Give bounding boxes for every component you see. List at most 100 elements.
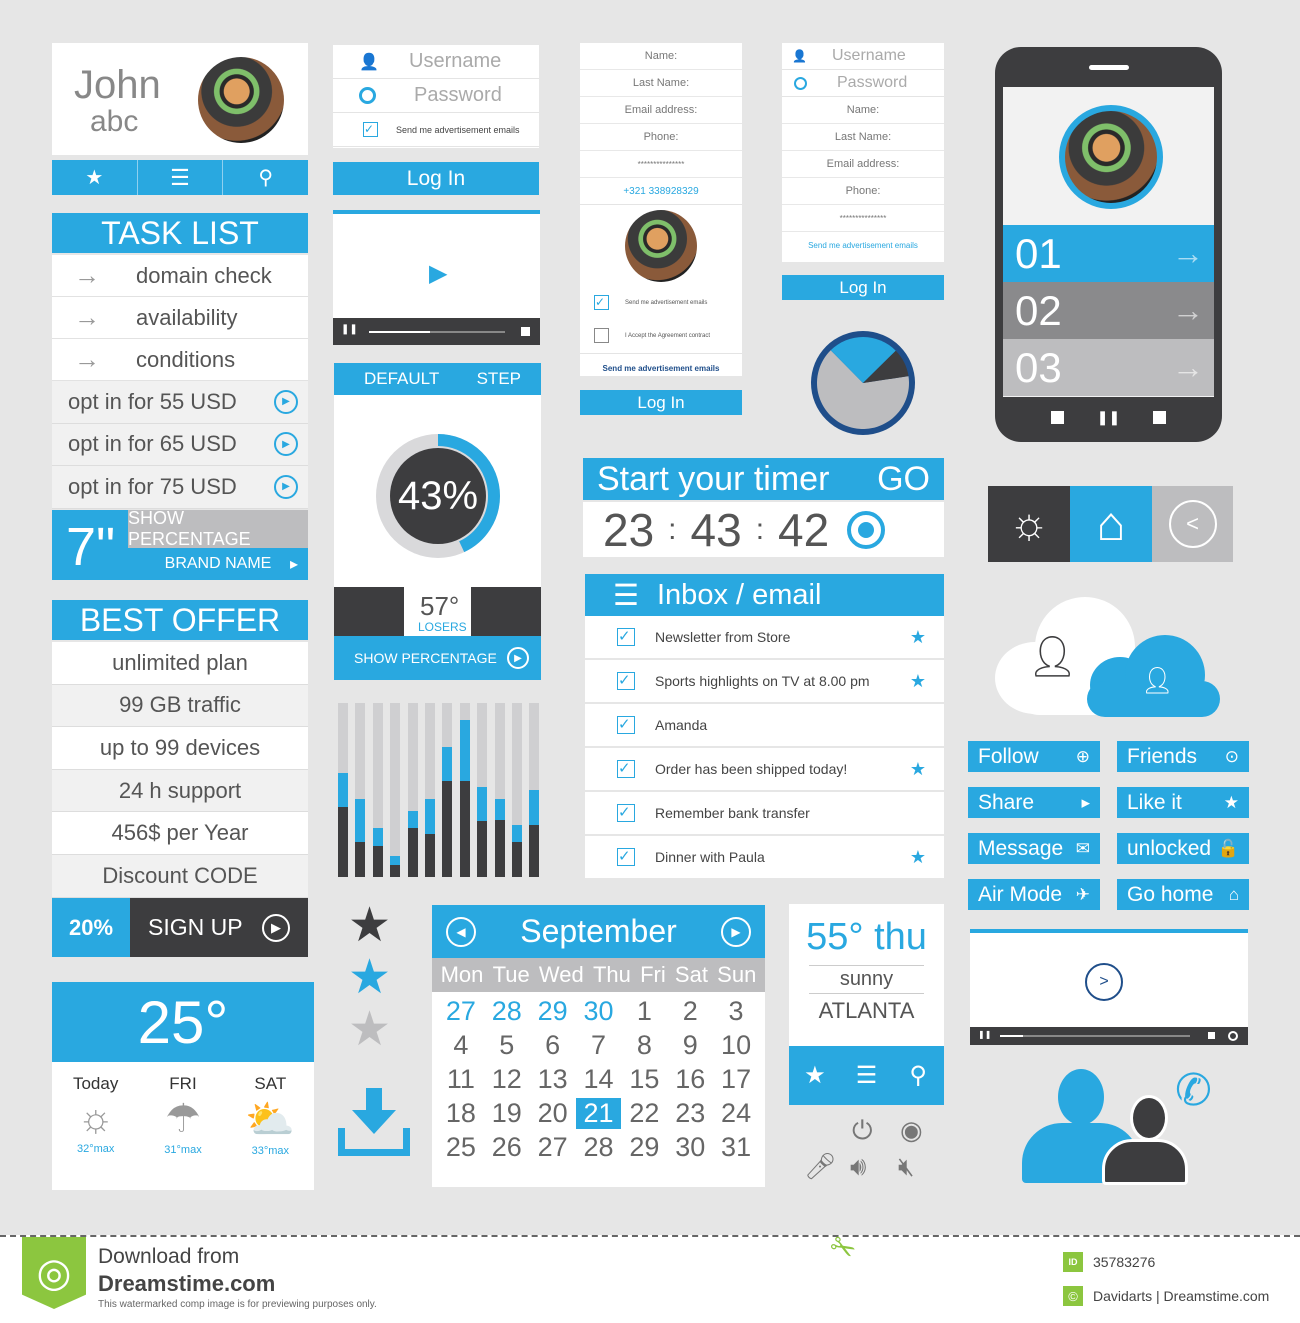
advert-link[interactable]: Send me advertisement emails — [580, 354, 742, 382]
calendar-day[interactable]: 31 — [713, 1132, 759, 1163]
form-field[interactable]: Last Name: — [782, 124, 944, 151]
star-icon[interactable]: ★ — [910, 759, 926, 780]
form-field[interactable]: Email address: — [782, 151, 944, 178]
inbox-item[interactable]: ✓ Newsletter from Store ★ — [585, 616, 944, 660]
microphone-icon[interactable]: 🎤︎ — [804, 1151, 837, 1182]
star-icon[interactable]: ★ — [910, 627, 926, 648]
target-icon[interactable] — [847, 510, 886, 549]
message-button[interactable]: Message ✉ — [968, 833, 1100, 864]
home-button[interactable]: ❚❚ — [1097, 410, 1120, 424]
calendar-day[interactable]: 15 — [621, 1064, 667, 1095]
task-item[interactable]: → domain check — [52, 255, 308, 297]
inbox-item[interactable]: ✓ Order has been shipped today! ★ — [585, 748, 944, 792]
download-icon[interactable] — [338, 1088, 410, 1156]
star-icon[interactable]: ★ — [348, 900, 400, 952]
calendar-day-selected[interactable]: 21 — [575, 1098, 622, 1129]
calendar-day[interactable]: 16 — [667, 1064, 713, 1095]
calendar-day[interactable]: 24 — [713, 1098, 759, 1129]
star-icon[interactable]: ★ — [52, 160, 138, 195]
form-field[interactable]: Name: — [580, 43, 742, 70]
calendar-day[interactable]: 29 — [621, 1132, 667, 1163]
option-item[interactable]: opt in for 55 USD ▶ — [52, 381, 308, 424]
menu-icon[interactable]: ☰ — [841, 1046, 893, 1105]
form-field[interactable]: Phone: — [782, 178, 944, 205]
follow-button[interactable]: Follow ⊕ — [968, 741, 1100, 772]
calendar-day[interactable]: 2 — [667, 996, 713, 1027]
checkbox-checked[interactable]: ✓ — [617, 804, 635, 822]
calendar-day[interactable]: 28 — [576, 1132, 622, 1163]
inbox-item[interactable]: ✓ Dinner with Paula ★ — [585, 836, 944, 880]
pause-icon[interactable]: ❚❚ — [978, 1030, 991, 1039]
login-button[interactable]: Log In — [333, 162, 539, 195]
menu-icon[interactable]: ☰ — [138, 160, 224, 195]
tab-default[interactable]: DEFAULT — [364, 369, 439, 389]
power-icon[interactable]: ⏻ — [852, 1115, 873, 1147]
inbox-item[interactable]: ✓ Sports highlights on TV at 8.00 pm ★ — [585, 660, 944, 704]
stop-icon[interactable] — [521, 327, 530, 336]
checkbox-checked[interactable]: ✓ — [617, 716, 635, 734]
show-percentage-button[interactable]: SHOW PERCENTAGE — [128, 508, 308, 549]
password-input[interactable]: Password — [837, 74, 907, 92]
next-month-button[interactable]: ▶ — [721, 916, 751, 947]
home-tile[interactable]: ⌂ — [1070, 486, 1152, 562]
back-button[interactable] — [1051, 411, 1065, 424]
calendar-day[interactable]: 25 — [438, 1132, 484, 1163]
stop-icon[interactable] — [1208, 1032, 1215, 1039]
calendar-day[interactable]: 18 — [438, 1098, 484, 1129]
calendar-day[interactable]: 5 — [484, 1030, 530, 1061]
calendar-day[interactable]: 23 — [667, 1098, 713, 1129]
register2-login-button[interactable]: Log In — [782, 275, 944, 300]
password-input[interactable]: Password — [414, 84, 502, 107]
phone-input[interactable]: +321 338928329 — [580, 178, 742, 205]
share-button[interactable]: Share ▸ — [968, 787, 1100, 818]
calendar-day[interactable]: 4 — [438, 1030, 484, 1061]
star-icon[interactable]: ★ — [910, 847, 926, 868]
mute-icon[interactable]: 🔇︎ — [898, 1151, 914, 1183]
checkbox-unchecked[interactable] — [594, 328, 609, 343]
calendar-day[interactable]: 10 — [713, 1030, 759, 1061]
checkbox-checked[interactable]: ✓ — [594, 295, 609, 310]
play-circle-icon[interactable]: > — [1085, 963, 1123, 1001]
like-it-button[interactable]: Like it ★ — [1117, 787, 1249, 818]
pause-icon[interactable]: ❚❚ — [341, 324, 358, 335]
calendar-day[interactable]: 30 — [576, 996, 622, 1027]
prev-month-button[interactable]: ◀ — [446, 916, 476, 947]
calendar-day[interactable]: 22 — [621, 1098, 667, 1129]
star-icon[interactable]: ★ — [789, 1046, 841, 1105]
menu-icon[interactable]: ☰ — [613, 578, 639, 613]
star-icon[interactable]: ★ — [348, 952, 400, 1004]
settings-tile[interactable]: ☼ — [988, 486, 1070, 562]
form-field[interactable]: *************** — [580, 151, 742, 178]
calendar-day[interactable]: 9 — [667, 1030, 713, 1061]
record-icon[interactable] — [1228, 1031, 1238, 1041]
form-field[interactable]: Phone: — [580, 124, 742, 151]
unlocked-button[interactable]: unlocked 🔓 — [1117, 833, 1249, 864]
task-item[interactable]: → availability — [52, 297, 308, 339]
calendar-day[interactable]: 28 — [484, 996, 530, 1027]
calendar-day[interactable]: 20 — [530, 1098, 576, 1129]
friends-button[interactable]: Friends ⊙ — [1117, 741, 1249, 772]
pin-icon[interactable]: ⚲ — [223, 160, 308, 195]
checkbox-checked[interactable]: ✓ — [617, 760, 635, 778]
air-mode-button[interactable]: Air Mode ✈ — [968, 879, 1100, 910]
play-icon[interactable]: ▶ — [429, 259, 447, 288]
checkbox-checked[interactable]: ✓ — [617, 628, 635, 646]
calendar-day[interactable]: 27 — [438, 996, 484, 1027]
register-login-button[interactable]: Log In — [580, 390, 742, 415]
image-credit[interactable]: Davidarts | Dreamstime.com — [1093, 1288, 1269, 1304]
calendar-day[interactable]: 7 — [576, 1030, 622, 1061]
seek-bar[interactable] — [1000, 1035, 1190, 1037]
calendar-day[interactable]: 29 — [530, 996, 576, 1027]
show-percentage-bar[interactable]: SHOW PERCENTAGE ▶ — [334, 636, 541, 680]
option-item[interactable]: opt in for 75 USD ▶ — [52, 466, 308, 509]
phone-menu-item[interactable]: 02 → — [1003, 282, 1214, 339]
seek-bar[interactable] — [369, 331, 505, 333]
form-field[interactable]: Email address: — [580, 97, 742, 124]
footer-brand[interactable]: Dreamstime.com — [98, 1271, 275, 1297]
menu-button[interactable] — [1152, 411, 1166, 424]
calendar-day[interactable]: 13 — [530, 1064, 576, 1095]
star-icon[interactable]: ★ — [910, 671, 926, 692]
brand-name-button[interactable]: BRAND NAME ▸ — [128, 548, 308, 580]
username-input[interactable]: Username — [409, 50, 501, 73]
sign-up-button[interactable]: SIGN UP ▶ — [130, 898, 308, 957]
